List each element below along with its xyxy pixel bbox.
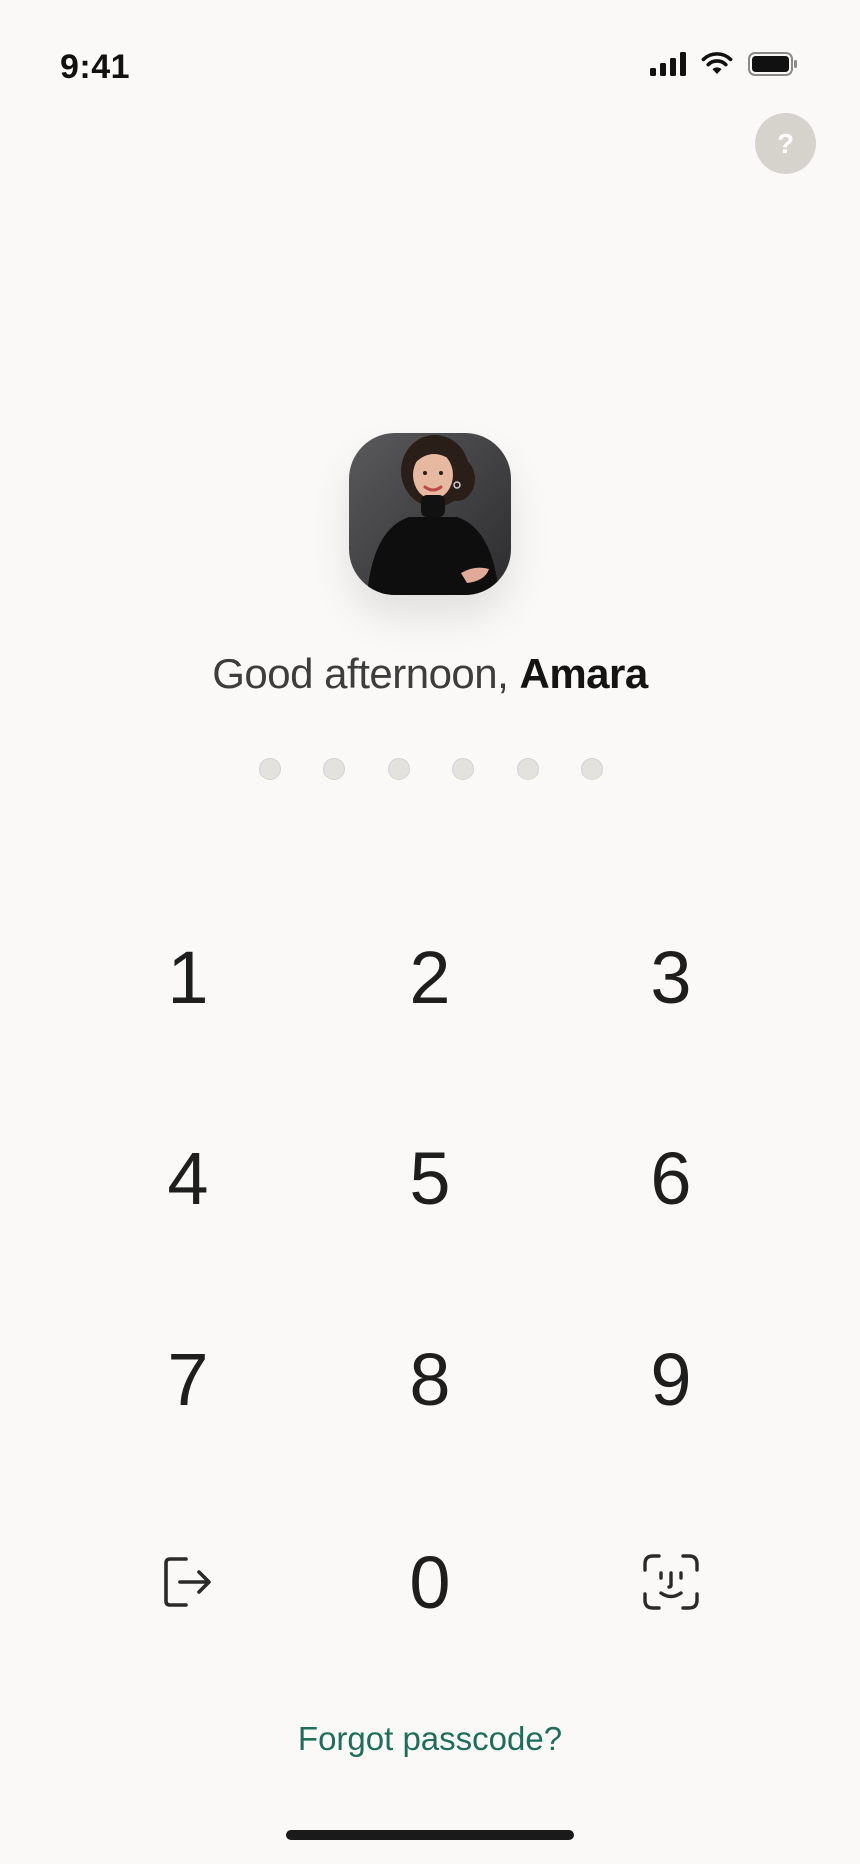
status-icons [650, 52, 798, 76]
key-0[interactable]: 0 [330, 1502, 530, 1662]
key-3[interactable]: 3 [571, 897, 771, 1057]
battery-icon [748, 52, 797, 76]
status-bar: 9:41 [0, 0, 860, 140]
avatar [349, 433, 511, 595]
passcode-dot [387, 758, 410, 780]
key-6[interactable]: 6 [571, 1098, 771, 1258]
key-5[interactable]: 5 [330, 1098, 530, 1258]
greeting: Good afternoon, Amara [0, 650, 860, 698]
key-4[interactable]: 4 [88, 1098, 288, 1258]
sign-out-button[interactable] [88, 1502, 288, 1662]
passcode-dot [580, 758, 603, 780]
face-id-button[interactable] [571, 1502, 771, 1662]
status-time: 9:41 [60, 48, 131, 86]
home-indicator[interactable] [286, 1830, 574, 1840]
passcode-dot [452, 758, 475, 780]
key-9[interactable]: 9 [571, 1299, 771, 1459]
greeting-prefix: Good afternoon, [212, 650, 520, 697]
passcode-dots [259, 758, 603, 780]
profile-photo [349, 433, 511, 595]
key-1[interactable]: 1 [88, 897, 288, 1057]
key-2[interactable]: 2 [330, 897, 530, 1057]
wifi-icon [701, 52, 733, 74]
key-8[interactable]: 8 [330, 1299, 530, 1459]
help-button[interactable]: ? [755, 113, 816, 174]
keypad: 1 2 3 4 5 6 7 8 9 0 [0, 0, 860, 1864]
passcode-dot [516, 758, 539, 780]
passcode-dot [323, 758, 346, 780]
key-7[interactable]: 7 [88, 1299, 288, 1459]
help-label: ? [776, 127, 795, 159]
user-name: Amara [519, 650, 648, 697]
forgot-passcode-link[interactable]: Forgot passcode? [0, 1720, 860, 1758]
sign-out-icon [164, 1557, 211, 1607]
cellular-signal-icon [650, 52, 686, 76]
face-id-icon [643, 1554, 699, 1610]
passcode-dot [259, 758, 281, 780]
